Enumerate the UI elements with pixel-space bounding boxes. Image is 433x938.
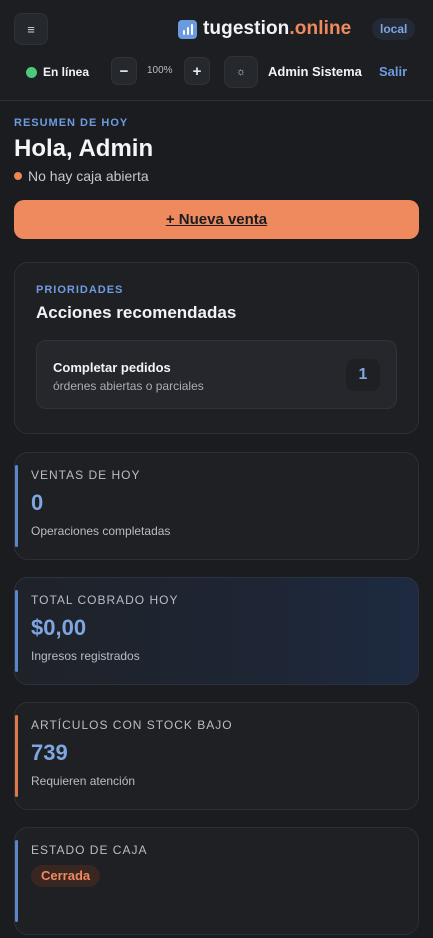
logout-link[interactable]: Salir — [379, 64, 407, 79]
priorities-eyebrow: PRIORIDADES — [36, 284, 124, 296]
brand-logo[interactable]: tugestion.online — [178, 18, 351, 40]
stat-value: 739 — [31, 740, 68, 765]
brand-name-main: tugestion — [203, 18, 290, 39]
brand-name: tugestion.online — [203, 18, 351, 40]
priority-item-count: 1 — [346, 359, 380, 391]
zoom-in-button[interactable]: + — [184, 57, 210, 85]
stat-value: $0,00 — [31, 615, 87, 640]
stat-label: VENTAS DE HOY — [31, 468, 141, 482]
dashboard-main: RESUMEN DE HOY Hola, Admin No hay caja a… — [0, 117, 433, 935]
status-badge: Cerrada — [31, 865, 101, 887]
stat-label: ARTÍCULOS CON STOCK BAJO — [31, 718, 233, 732]
cash-status-dot-icon — [14, 172, 22, 180]
stat-card-low-stock: ARTÍCULOS CON STOCK BAJO 739 Requieren a… — [14, 702, 419, 810]
priority-item-subtitle: órdenes abiertas o parciales — [53, 379, 204, 393]
stat-subtitle: Operaciones completadas — [31, 524, 171, 538]
zoom-out-button[interactable]: − — [111, 57, 137, 85]
theme-toggle-icon[interactable]: ☼ — [224, 56, 258, 88]
stat-subtitle: Requieren atención — [31, 774, 136, 788]
page-title: Hola, Admin — [14, 135, 154, 162]
stat-subtitle: Ingresos registrados — [31, 649, 140, 663]
stat-value: 0 — [31, 490, 44, 515]
cash-status-text: No hay caja abierta — [28, 168, 149, 184]
status-dot-icon — [26, 66, 37, 78]
cash-status: No hay caja abierta — [14, 168, 419, 184]
top-bar: ≡ tugestion.online local En línea − 100%… — [0, 0, 433, 101]
stat-card-total-collected: TOTAL COBRADO HOY $0,00 Ingresos registr… — [14, 577, 419, 685]
priority-item-complete-orders[interactable]: Completar pedidos órdenes abiertas o par… — [36, 340, 397, 409]
user-name: Admin Sistema — [268, 64, 362, 79]
priority-item-title: Completar pedidos — [53, 360, 171, 375]
toolbar-row: En línea − 100% + ☼ Admin Sistema Salir — [0, 55, 433, 88]
priorities-card: PRIORIDADES Acciones recomendadas Comple… — [14, 262, 419, 434]
status-label: En línea — [43, 65, 90, 79]
stat-card-cash-status: ESTADO DE CAJA Cerrada — [14, 827, 419, 935]
priorities-title: Acciones recomendadas — [36, 303, 237, 322]
stat-label: TOTAL COBRADO HOY — [31, 593, 179, 607]
connection-status: En línea — [26, 65, 89, 79]
stat-card-sales-today: VENTAS DE HOY 0 Operaciones completadas — [14, 452, 419, 560]
summary-eyebrow: RESUMEN DE HOY — [14, 117, 129, 129]
menu-icon[interactable]: ≡ — [14, 13, 48, 45]
zoom-level: 100% — [147, 65, 173, 76]
brand-name-accent: .online — [289, 18, 352, 39]
chart-logo-icon — [178, 19, 197, 39]
environment-badge: local — [372, 18, 416, 40]
stat-label: ESTADO DE CAJA — [31, 843, 148, 857]
new-sale-button[interactable]: + Nueva venta — [14, 200, 419, 239]
